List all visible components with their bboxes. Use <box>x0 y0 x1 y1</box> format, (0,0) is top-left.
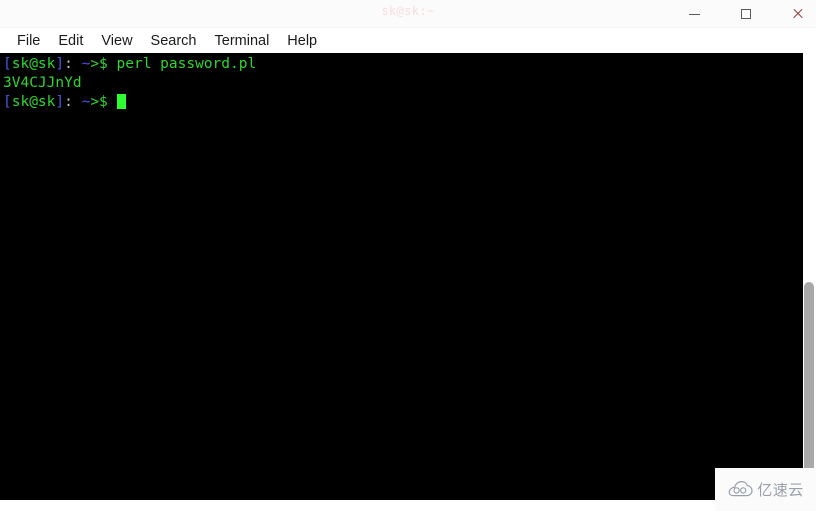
maximize-icon <box>741 9 751 19</box>
terminal-line: [sk@sk]: ~>$ perl password.pl <box>3 55 803 74</box>
terminal-line: 3V4CJJnYd <box>3 74 803 93</box>
menu-item-help[interactable]: Help <box>278 31 326 51</box>
terminal-command: perl password.pl <box>116 56 257 72</box>
prompt-user-host: sk@sk <box>11 56 56 72</box>
prompt-sigil: >$ <box>90 56 108 72</box>
prompt-open-bracket: [ <box>3 56 12 72</box>
minimize-button[interactable] <box>676 0 712 28</box>
menubar: File Edit View Search Terminal Help <box>0 28 816 53</box>
prompt-close-bracket: ] <box>55 94 65 110</box>
prompt-user-host: sk@sk <box>11 94 56 110</box>
terminal-window: sk@sk:~ File Edit View Search Terminal H… <box>0 0 816 511</box>
watermark-text: 亿速云 <box>757 481 804 499</box>
menu-item-view[interactable]: View <box>92 31 141 51</box>
minimize-icon <box>688 13 700 15</box>
close-icon <box>792 8 804 20</box>
terminal-line: [sk@sk]: ~>$ <box>3 93 803 112</box>
scrollbar-thumb[interactable] <box>804 282 814 488</box>
prompt-colon: : <box>64 56 73 72</box>
window-bottom-edge <box>0 500 816 511</box>
menu-item-file[interactable]: File <box>8 31 49 51</box>
cloud-logo-icon <box>728 480 753 496</box>
window-titlebar[interactable]: sk@sk:~ <box>0 0 816 28</box>
menu-item-terminal[interactable]: Terminal <box>206 31 279 51</box>
terminal-output-text: 3V4CJJnYd <box>3 75 82 91</box>
watermark: 亿速云 <box>715 468 816 511</box>
prompt-path: ~ <box>72 56 91 72</box>
prompt-colon: : <box>64 94 73 110</box>
terminal-output-area[interactable]: [sk@sk]: ~>$ perl password.pl 3V4CJJnYd … <box>0 53 803 500</box>
prompt-open-bracket: [ <box>3 94 12 110</box>
maximize-button[interactable] <box>728 0 764 28</box>
menu-item-edit[interactable]: Edit <box>49 31 92 51</box>
prompt-close-bracket: ] <box>55 56 65 72</box>
close-button[interactable] <box>780 0 816 28</box>
menu-item-search[interactable]: Search <box>142 31 206 51</box>
terminal-cursor <box>116 94 126 109</box>
prompt-sigil: >$ <box>90 94 108 110</box>
prompt-path: ~ <box>72 94 91 110</box>
